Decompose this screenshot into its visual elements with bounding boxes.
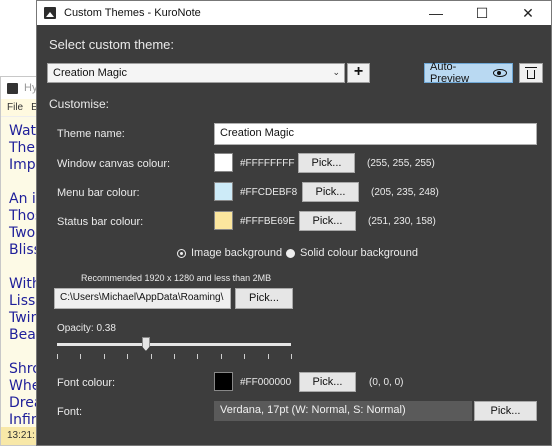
add-theme-button[interactable]: + bbox=[347, 63, 370, 83]
slider-tick bbox=[267, 354, 269, 359]
close-button[interactable]: ✕ bbox=[505, 1, 551, 25]
font-colour-pick-button[interactable]: Pick... bbox=[299, 372, 356, 392]
font-colour-label: Font colour: bbox=[57, 377, 116, 389]
solid-colour-background-radio[interactable]: Solid colour background bbox=[286, 247, 418, 259]
window-canvas-colour-swatch bbox=[214, 153, 233, 172]
image-recommendation-text: Recommended 1920 x 1280 and less than 2M… bbox=[81, 273, 272, 283]
theme-select[interactable]: Creation Magic ⌄ bbox=[47, 63, 345, 83]
theme-select-value: Creation Magic bbox=[53, 67, 127, 79]
slider-tick bbox=[291, 354, 292, 359]
minimize-button[interactable]: — bbox=[413, 1, 459, 25]
custom-themes-dialog: Custom Themes - KuroNote — ☐ ✕ Select cu… bbox=[36, 0, 552, 446]
screen: Hyp File Ed Wate The Impe An ir Thos Two… bbox=[0, 0, 552, 446]
font-colour-rgb: (0, 0, 0) bbox=[369, 377, 404, 388]
opacity-slider-ticks bbox=[57, 354, 292, 360]
slider-tick bbox=[150, 354, 152, 359]
status-bar-colour-hex: #FFFBE69E bbox=[240, 216, 296, 227]
image-pick-button[interactable]: Pick... bbox=[235, 288, 293, 309]
maximize-button[interactable]: ☐ bbox=[459, 1, 505, 25]
font-colour-swatch bbox=[214, 372, 233, 391]
status-bar-colour-swatch bbox=[214, 211, 233, 230]
eye-icon bbox=[493, 69, 507, 77]
image-path-input[interactable]: C:\Users\Michael\AppData\Roaming\ bbox=[54, 288, 231, 309]
menu-bar-colour-hex: #FFCDEBF8 bbox=[240, 187, 298, 198]
app-icon bbox=[7, 82, 18, 94]
opacity-slider-thumb[interactable] bbox=[141, 337, 150, 351]
opacity-label: Opacity: 0.38 bbox=[57, 323, 116, 334]
theme-name-label: Theme name: bbox=[57, 128, 125, 140]
menu-bar-colour-swatch bbox=[214, 182, 233, 201]
slider-tick bbox=[244, 354, 246, 359]
dialog-title: Custom Themes - KuroNote bbox=[64, 7, 201, 19]
theme-name-input[interactable]: Creation Magic bbox=[214, 123, 537, 145]
auto-preview-label: Auto-Preview bbox=[430, 61, 470, 85]
customise-label: Customise: bbox=[49, 97, 110, 111]
menu-bar-colour-rgb: (205, 235, 248) bbox=[371, 187, 439, 198]
auto-preview-toggle[interactable]: Auto-Preview bbox=[424, 61, 513, 85]
status-bar-colour-label: Status bar colour: bbox=[57, 216, 144, 228]
slider-tick bbox=[174, 354, 175, 359]
menu-file[interactable]: File bbox=[7, 102, 23, 113]
status-bar-colour-rgb: (251, 230, 158) bbox=[368, 216, 436, 227]
window-canvas-colour-label: Window canvas colour: bbox=[57, 158, 171, 170]
slider-tick bbox=[197, 354, 199, 359]
slider-tick bbox=[57, 354, 58, 359]
window-canvas-colour-rgb: (255, 255, 255) bbox=[367, 158, 435, 169]
select-theme-label: Select custom theme: bbox=[49, 37, 174, 52]
trash-icon bbox=[525, 66, 537, 79]
delete-theme-button[interactable] bbox=[519, 63, 543, 83]
dialog-titlebar[interactable]: Custom Themes - KuroNote — ☐ ✕ bbox=[37, 1, 551, 25]
font-value-display: Verdana, 17pt (W: Normal, S: Normal) bbox=[214, 401, 472, 421]
menu-bar-colour-label: Menu bar colour: bbox=[57, 187, 140, 199]
slider-tick bbox=[103, 354, 105, 359]
radio-selected-icon bbox=[177, 248, 186, 258]
font-label: Font: bbox=[57, 406, 83, 418]
slider-tick bbox=[80, 354, 82, 359]
menu-bar-pick-button[interactable]: Pick... bbox=[302, 182, 359, 202]
slider-tick bbox=[220, 354, 222, 359]
app-icon bbox=[44, 7, 56, 19]
chevron-down-icon: ⌄ bbox=[332, 67, 340, 77]
window-canvas-colour-hex: #FFFFFFFF bbox=[240, 158, 295, 169]
window-canvas-pick-button[interactable]: Pick... bbox=[298, 153, 355, 173]
slider-tick bbox=[127, 354, 129, 359]
font-pick-button[interactable]: Pick... bbox=[474, 401, 537, 421]
image-background-radio[interactable]: Image background bbox=[177, 247, 282, 259]
font-colour-hex: #FF000000 bbox=[240, 377, 292, 388]
status-bar-pick-button[interactable]: Pick... bbox=[299, 211, 356, 231]
solid-colour-background-label: Solid colour background bbox=[300, 247, 419, 259]
radio-unselected-icon bbox=[286, 248, 295, 258]
opacity-slider-track[interactable] bbox=[57, 343, 291, 346]
image-background-label: Image background bbox=[191, 247, 283, 259]
